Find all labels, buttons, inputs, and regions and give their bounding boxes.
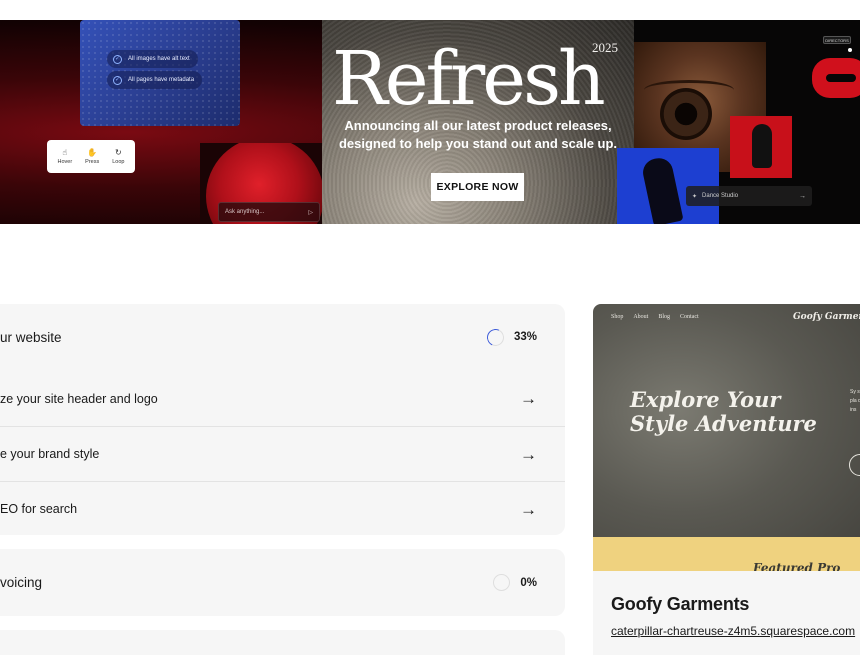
arrow-right-icon: → [799,192,806,200]
dance-studio-bar: ✦ Dance Studio → [686,186,812,206]
site-name: Goofy Garments [611,594,750,614]
banner-subtitle: Announcing all our latest product releas… [338,118,618,151]
checklist-invoicing-section: voicing 0% [0,549,565,616]
progress-indicator: 33% [484,326,537,348]
ask-anything-box: Ask anything... ▷ [218,202,320,222]
preview-featured-band: Featured Pro [593,537,860,571]
sparkle-icon: ✦ [692,193,698,200]
arrow-right-icon: → [520,444,537,464]
task-row-header-logo[interactable]: ze your site header and logo → [0,371,565,426]
explore-now-button[interactable]: EXPLORE NOW [431,173,524,201]
hover-option: ☝ Hover [57,147,73,165]
banner-year: 2025 [592,40,618,55]
task-row-seo[interactable]: EO for search → [0,481,565,536]
check-icon: ✓ [113,54,122,64]
section-title: ur website [0,329,62,345]
refresh-banner[interactable]: ✓ All images have alt text ✓ All pages h… [0,20,860,224]
alt-text-check: ✓ All images have alt text [107,50,198,68]
mini-label: DIRECTORS [823,36,851,44]
arrow-right-icon: → [520,499,537,519]
section-title: voicing [0,575,43,590]
send-icon: ▷ [308,209,313,216]
animation-options-card: ☝ Hover ✋ Press ↻ Loop [47,140,135,173]
preview-brand: Goofy Garments [793,312,860,322]
loop-icon: ↻ [115,147,122,157]
progress-ring-icon [484,326,507,348]
check-icon: ✓ [113,75,122,85]
section-header[interactable]: ur website 33% [0,304,565,370]
preview-side-copy: Sy st C pla de ins [850,389,860,413]
loop-option: ↻ Loop [112,147,125,165]
progress-indicator: 0% [493,574,537,591]
arrow-right-icon: → [520,389,537,408]
metadata-check: ✓ All pages have metadata [107,71,203,89]
banner-title: Refresh [332,36,606,122]
preview-hero-heading: Explore Your Style Adventure [630,387,817,436]
progress-ring-icon [493,574,511,591]
site-card[interactable]: Shop About Blog Contact Goofy Garments E… [593,304,860,655]
section-header[interactable]: voicing 0% [0,549,565,616]
preview-circle-button [849,454,860,476]
pointer-icon: ☝ [62,147,68,157]
press-icon: ✋ [87,147,98,157]
site-preview-thumbnail[interactable]: Shop About Blog Contact Goofy Garments E… [593,304,860,571]
task-row-brand-style[interactable]: e your brand style → [0,426,565,481]
checklist-next-section[interactable] [0,630,565,655]
press-option: ✋ Press [85,147,100,165]
red-dancer-photo [730,116,792,178]
site-url-link[interactable]: caterpillar-chartreuse-z4m5.squarespace.… [611,624,855,638]
checklist-website-section: ur website 33% ze your site header and l… [0,304,565,535]
